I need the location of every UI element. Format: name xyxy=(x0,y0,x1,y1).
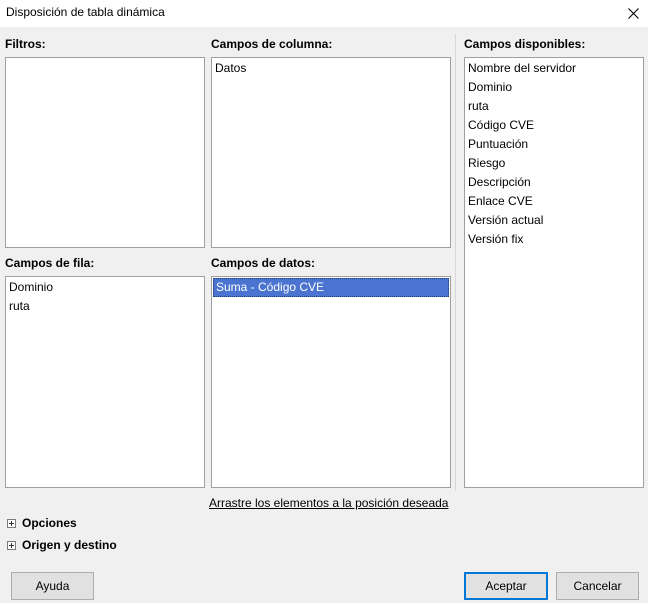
list-item-selected[interactable]: Suma - Código CVE xyxy=(213,278,449,297)
list-item[interactable]: ruta xyxy=(6,297,204,316)
list-item[interactable]: Código CVE xyxy=(465,116,643,135)
column-fields-label: Campos de columna: xyxy=(211,37,333,51)
expand-icon xyxy=(7,540,16,550)
data-fields-label: Campos de datos: xyxy=(211,256,316,270)
close-icon xyxy=(627,8,639,19)
list-item[interactable]: Datos xyxy=(212,59,450,78)
available-fields-list[interactable]: Nombre del servidor Dominio ruta Código … xyxy=(464,57,644,488)
source-dest-label: Origen y destino xyxy=(22,538,117,552)
column-fields-list[interactable]: Datos xyxy=(211,57,451,248)
options-label: Opciones xyxy=(22,516,77,530)
ok-button[interactable]: Aceptar xyxy=(464,572,548,600)
row-fields-label: Campos de fila: xyxy=(5,256,95,270)
list-item[interactable]: Versión actual xyxy=(465,211,643,230)
close-button[interactable] xyxy=(618,0,648,27)
list-item[interactable]: Puntuación xyxy=(465,135,643,154)
options-expander[interactable]: Opciones xyxy=(7,516,77,530)
list-item[interactable]: Dominio xyxy=(465,78,643,97)
list-item[interactable]: Enlace CVE xyxy=(465,192,643,211)
list-item[interactable]: Dominio xyxy=(6,278,204,297)
drag-hint: Arrastre los elementos a la posición des… xyxy=(209,496,449,510)
list-item[interactable]: Nombre del servidor xyxy=(465,59,643,78)
cancel-button[interactable]: Cancelar xyxy=(556,572,639,600)
list-item[interactable]: ruta xyxy=(465,97,643,116)
title-bar: Disposición de tabla dinámica xyxy=(0,0,648,27)
source-dest-expander[interactable]: Origen y destino xyxy=(7,538,117,552)
list-item[interactable]: Versión fix xyxy=(465,230,643,249)
row-fields-list[interactable]: Dominio ruta xyxy=(5,276,205,488)
data-fields-list[interactable]: Suma - Código CVE xyxy=(211,276,451,488)
window-title: Disposición de tabla dinámica xyxy=(6,5,165,19)
expand-icon xyxy=(7,518,16,528)
available-fields-label: Campos disponibles: xyxy=(464,37,586,51)
help-button[interactable]: Ayuda xyxy=(11,572,94,600)
divider xyxy=(455,34,456,491)
filters-list[interactable] xyxy=(5,57,205,248)
filters-label: Filtros: xyxy=(5,37,46,51)
list-item[interactable]: Descripción xyxy=(465,173,643,192)
list-item[interactable]: Riesgo xyxy=(465,154,643,173)
